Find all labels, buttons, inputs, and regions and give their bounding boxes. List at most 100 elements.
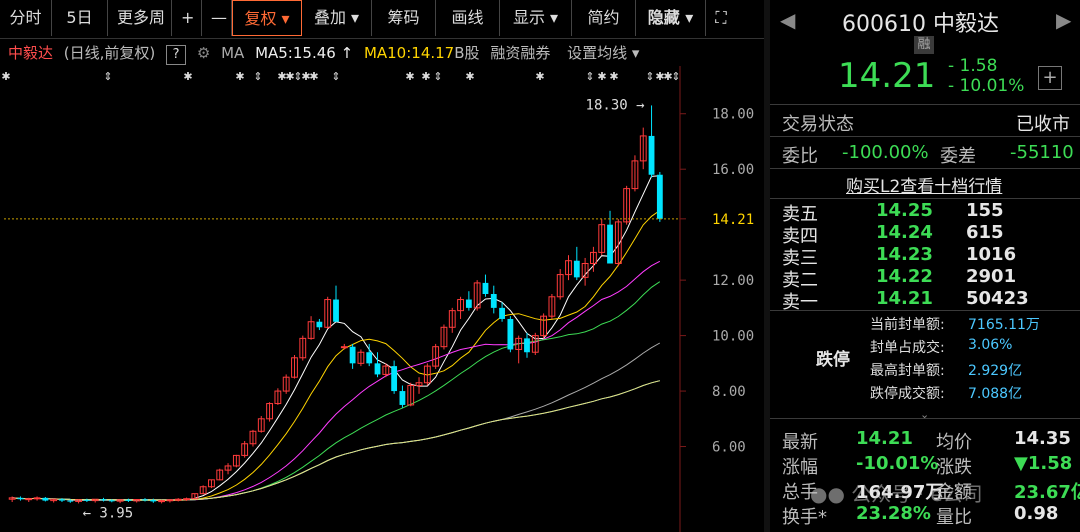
high-price-annotation: 18.30 →: [586, 97, 645, 113]
y-tick-label: 10.00: [712, 329, 754, 345]
margin-tag: 融: [914, 36, 934, 54]
stat-label: 均价: [936, 432, 972, 453]
y-tick-label: 6.00: [712, 440, 746, 456]
zoom-in-button[interactable]: +: [172, 0, 202, 36]
limit-info-label: 封单占成交:: [870, 340, 945, 356]
next-stock-arrow[interactable]: ▶: [1056, 8, 1071, 32]
chart-header: 中毅达 (日线,前复权) ? ⚙ MA MA5:15.46 ↑ MA10:14.…: [0, 40, 700, 66]
bid-diff-value: -55110: [1010, 142, 1074, 163]
event-marker-icon: ✱: [609, 70, 618, 83]
event-marker-icon: ✱: [465, 70, 474, 83]
ma60-line: [12, 342, 661, 501]
limit-info-value: 7165.11万: [968, 317, 1040, 333]
limit-info-value: 7.088亿: [968, 386, 1023, 402]
watermark: ●● 公众号 · e公司: [810, 478, 983, 507]
ma250-line: [12, 380, 660, 501]
candle-body: [507, 318, 514, 350]
event-marker-icon: ⇕: [645, 70, 654, 83]
ask-price: 14.25: [876, 200, 933, 221]
ask-volume: 2901: [966, 266, 1017, 287]
event-marker-icon: ⇕: [331, 70, 340, 83]
candle-body: [465, 299, 472, 308]
ma-setting-dropdown[interactable]: 设置均线 ▾: [567, 44, 639, 62]
help-button[interactable]: ?: [166, 45, 187, 65]
candle-body: [125, 499, 132, 501]
limit-info-value: 2.929亿: [968, 363, 1023, 379]
candle-body: [83, 499, 90, 501]
fullscreen-icon[interactable]: ⛶: [706, 0, 736, 36]
gear-icon[interactable]: ⚙: [197, 44, 210, 62]
tab-5day[interactable]: 5日: [52, 0, 108, 36]
stat-value: 23.67亿: [1014, 482, 1080, 503]
margin-trading-link[interactable]: 融资融券: [490, 44, 550, 62]
low-price-annotation: ← 3.95: [83, 505, 134, 521]
simple-mode-button[interactable]: 简约: [572, 0, 636, 36]
current-price: 14.21: [838, 56, 936, 96]
event-marker-icon: ✱: [183, 70, 192, 83]
collapse-chevron-icon[interactable]: ⌄: [920, 408, 929, 421]
candle-body: [100, 499, 107, 501]
event-marker-icon: ✱: [535, 70, 544, 83]
ask-volume: 50423: [966, 288, 1029, 309]
ask-price: 14.21: [876, 288, 933, 309]
candle-body: [648, 135, 655, 175]
event-marker-icon: ✱: [597, 70, 606, 83]
y-tick-label: 12.00: [712, 273, 754, 289]
candle-body: [166, 499, 174, 502]
candle-body: [42, 497, 49, 501]
hide-dropdown[interactable]: 隐藏 ▾: [636, 0, 706, 36]
add-watchlist-button[interactable]: +: [1038, 66, 1062, 90]
adjust-dropdown[interactable]: 复权 ▾: [232, 0, 302, 36]
wechat-icon: ●●: [810, 482, 845, 506]
b-share-link[interactable]: B股: [454, 44, 479, 62]
y-tick-label: 16.00: [712, 162, 754, 178]
candle-body: [142, 499, 148, 501]
event-marker-icon: ⇕: [671, 70, 680, 83]
ma5-line: [12, 175, 660, 502]
stat-value: -10.01%: [856, 453, 939, 474]
stat-value: 0.98: [1014, 503, 1059, 524]
candle-body: [174, 498, 182, 501]
y-tick-label: 14.21: [712, 212, 754, 228]
candle-body: [333, 299, 339, 322]
candle-body: [108, 500, 115, 502]
ma5-value: MA5:15.46 ↑: [255, 44, 354, 62]
zoom-out-button[interactable]: —: [202, 0, 232, 36]
event-marker-icon: ✱: [309, 70, 318, 83]
candle-body: [499, 307, 505, 319]
trade-status-value: 已收市: [1016, 114, 1070, 135]
event-marker-icon: ✱: [235, 70, 244, 83]
stat-value: 14.21: [856, 428, 913, 449]
overlay-dropdown[interactable]: 叠加 ▾: [302, 0, 372, 36]
ask-volume: 155: [966, 200, 1004, 221]
quote-panel: ◀ 600610 中毅达 ▶ 融 14.21 - 1.58 - 10.01% +…: [764, 0, 1080, 532]
prev-stock-arrow[interactable]: ◀: [780, 8, 795, 32]
kline-chart[interactable]: ✱ ⇕ ✱ ✱ ⇕ ✱✱⇕✱✱ ⇕ ✱ ✱ ⇕ ✱ ✱ ⇕ ✱ ✱ ⇕ ✱✱⇕ 18.0016.0014.211…: [0, 66, 764, 532]
candle-body: [340, 346, 348, 349]
limit-info-label: 跌停成交额:: [870, 386, 945, 402]
limit-info-label: 当前封单额:: [870, 317, 945, 333]
candle-body: [150, 500, 157, 502]
candle-body: [656, 174, 663, 219]
candle-body: [607, 224, 613, 264]
ask-volume: 1016: [966, 244, 1017, 265]
draw-line-button[interactable]: 画线: [436, 0, 500, 36]
candle-body: [524, 338, 530, 353]
chips-button[interactable]: 筹码: [372, 0, 436, 36]
candle-body: [482, 282, 489, 294]
price-change-pct: - 10.01%: [948, 76, 1025, 96]
tab-intraday[interactable]: 分时: [0, 0, 52, 36]
bid-diff-label: 委差: [940, 146, 976, 167]
ma120-line: [12, 380, 660, 501]
more-period-button[interactable]: 更多周: [108, 0, 172, 36]
limit-info-value: 3.06%: [968, 337, 1013, 353]
ask-price: 14.23: [876, 244, 933, 265]
buy-l2-link[interactable]: 购买L2查看十档行情: [846, 172, 1002, 197]
candle-body: [490, 294, 497, 308]
display-dropdown[interactable]: 显示 ▾: [500, 0, 572, 36]
y-tick-label: 8.00: [712, 384, 746, 400]
limit-info-label: 最高封单额:: [870, 363, 945, 379]
stat-label: 涨跌: [936, 457, 972, 478]
stat-label: 最新: [782, 432, 818, 453]
event-marker-icon: ⇕: [585, 70, 594, 83]
